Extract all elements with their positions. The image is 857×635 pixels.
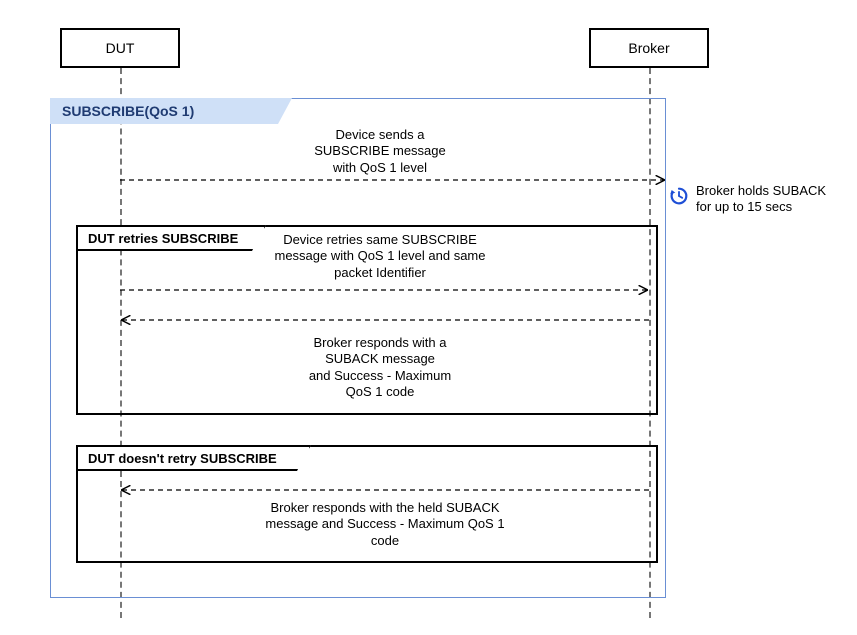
actor-dut: DUT [60, 28, 180, 68]
msg-suback-after-retry-text: Broker responds with aSUBACK messageand … [309, 335, 451, 399]
msg-held-suback: Broker responds with the held SUBACKmess… [230, 500, 540, 549]
msg-retry-subscribe-text: Device retries same SUBSCRIBEmessage wit… [275, 232, 486, 280]
msg-held-suback-text: Broker responds with the held SUBACKmess… [265, 500, 504, 548]
frame-subscribe-qos1-title: SUBSCRIBE(QoS 1) [50, 98, 292, 124]
actor-broker-label: Broker [628, 40, 669, 56]
note-hold-suback-text: Broker holds SUBACKfor up to 15 secs [696, 183, 826, 214]
clock-icon [668, 185, 690, 210]
msg-initial-subscribe-text: Device sends aSUBSCRIBE messagewith QoS … [314, 127, 446, 175]
frame-dut-no-retry-title: DUT doesn't retry SUBSCRIBE [76, 445, 311, 471]
msg-suback-after-retry: Broker responds with aSUBACK messageand … [270, 335, 490, 400]
frame-dut-retries-title: DUT retries SUBSCRIBE [76, 225, 266, 251]
note-hold-suback: Broker holds SUBACKfor up to 15 secs [696, 183, 851, 216]
sequence-diagram-canvas: DUT Broker SUBSCRIBE(QoS 1) DUT retries … [0, 0, 857, 635]
actor-dut-label: DUT [106, 40, 135, 56]
actor-broker: Broker [589, 28, 709, 68]
msg-retry-subscribe: Device retries same SUBSCRIBEmessage wit… [240, 232, 520, 281]
msg-initial-subscribe: Device sends aSUBSCRIBE messagewith QoS … [270, 127, 490, 176]
